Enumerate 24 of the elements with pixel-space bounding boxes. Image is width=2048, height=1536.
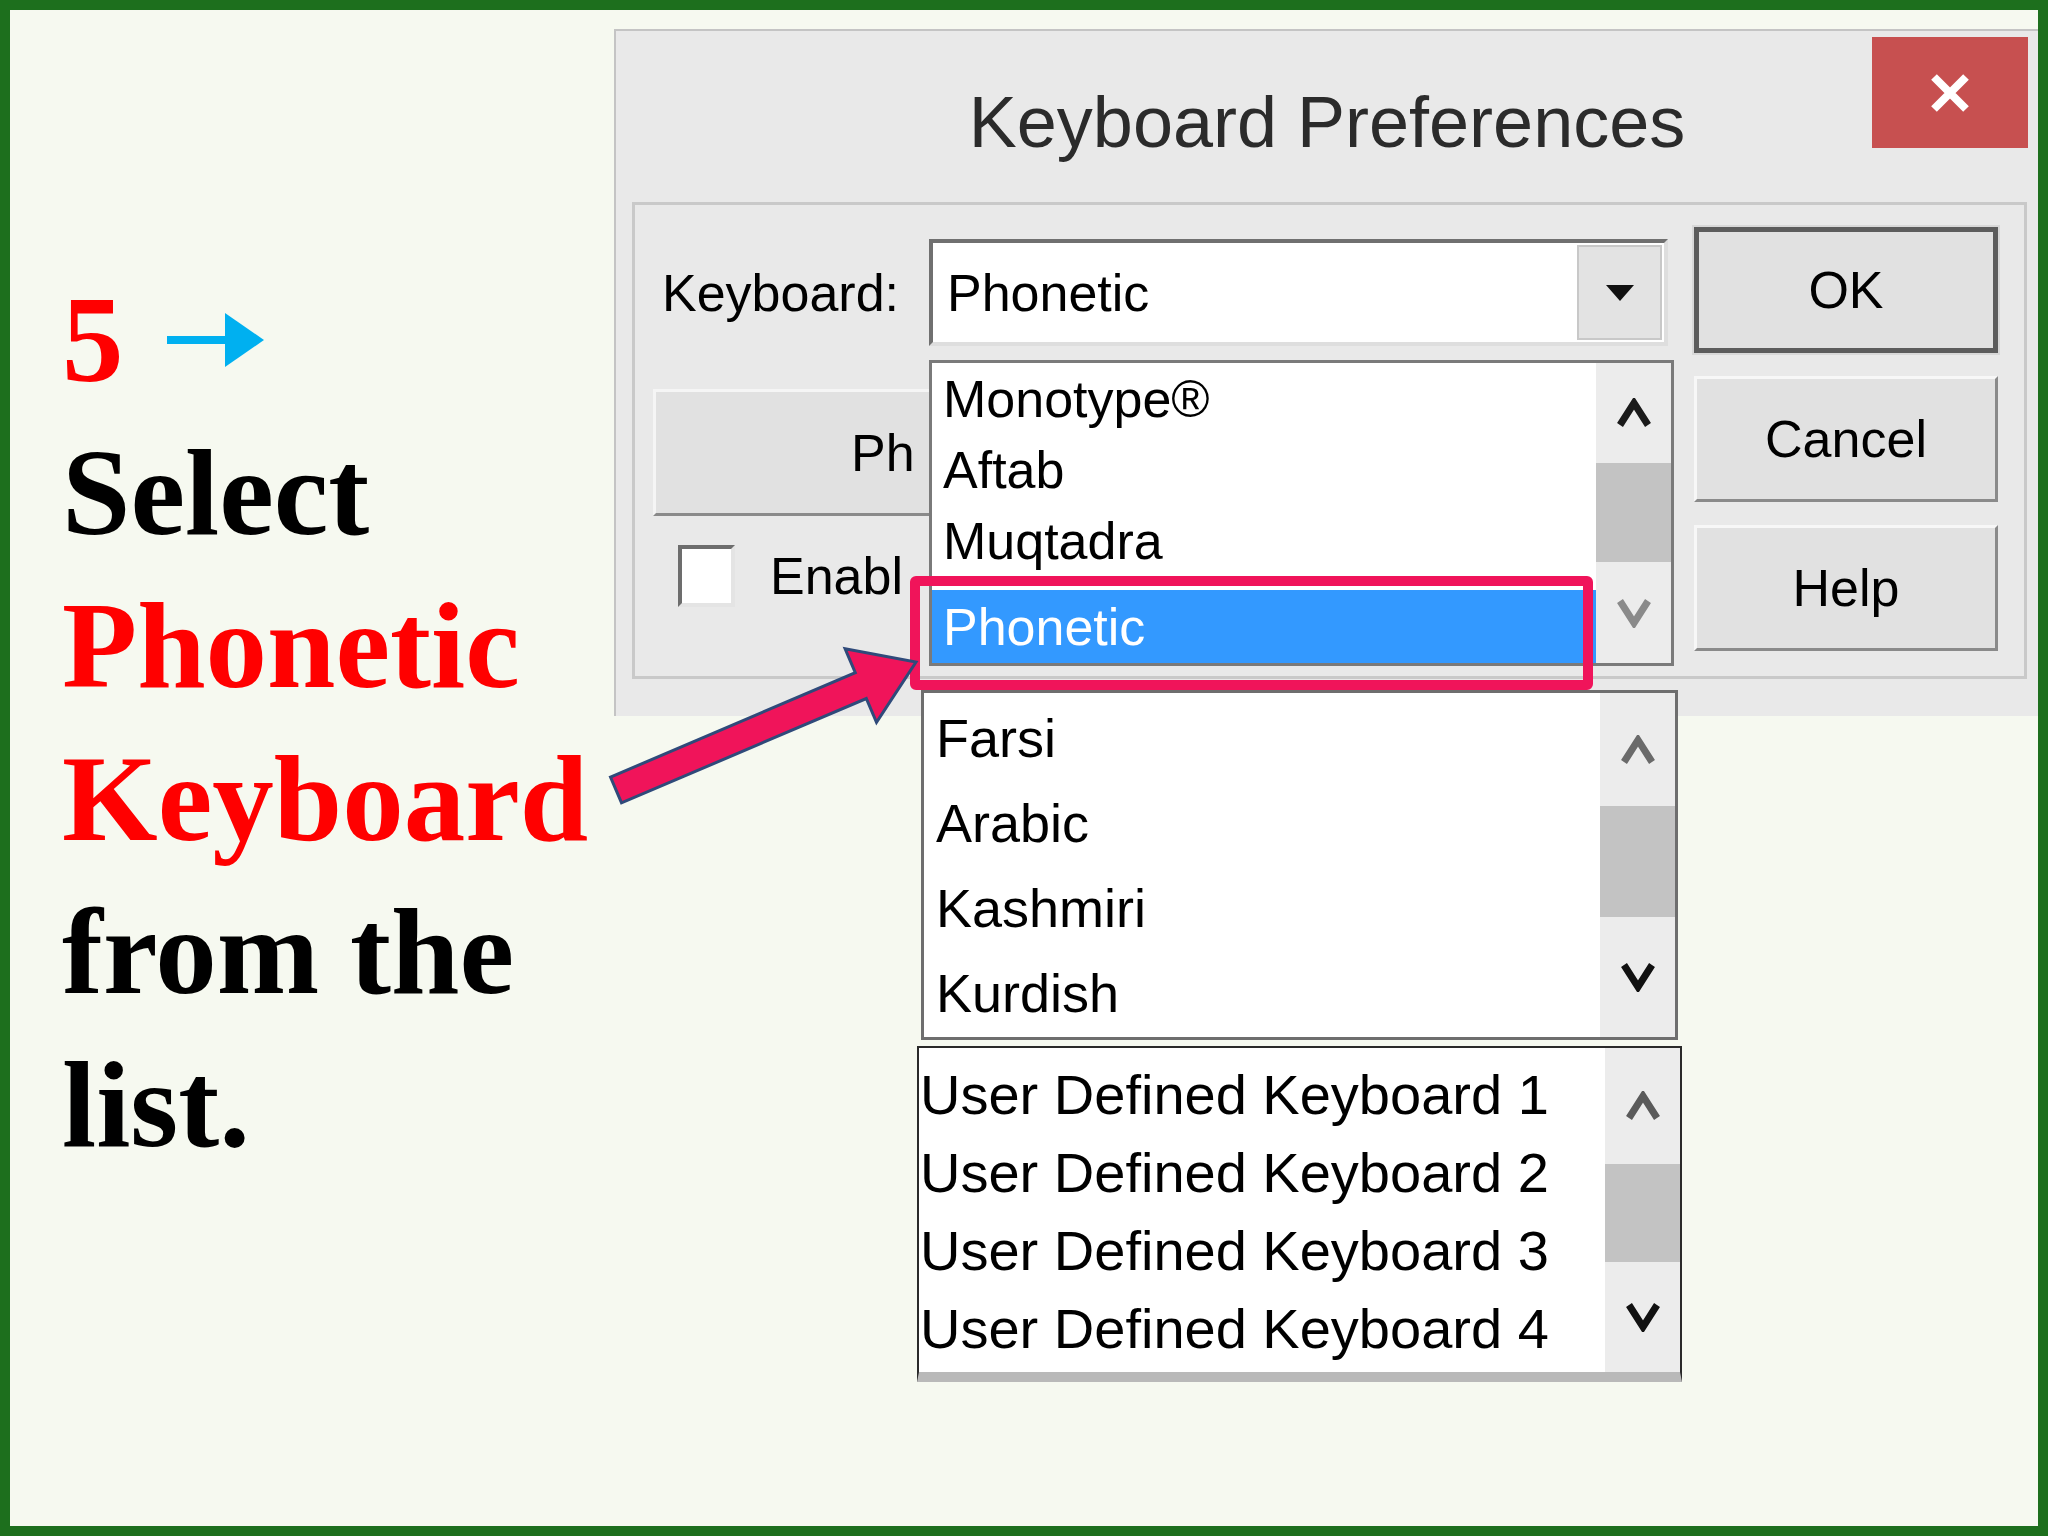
- scrollbar[interactable]: [1596, 363, 1671, 663]
- arrow-right-icon: [166, 312, 264, 367]
- dialog-button[interactable]: Help: [1694, 525, 1998, 651]
- instruction-text: Select Phonetic Keyboard from the list.: [62, 423, 590, 1175]
- checkbox[interactable]: [678, 545, 735, 607]
- caret-down-icon: [1605, 284, 1634, 301]
- close-button[interactable]: [1872, 37, 2028, 148]
- scrollbar-thumb[interactable]: [1605, 1164, 1680, 1262]
- scrollbar-thumb[interactable]: [1596, 463, 1671, 562]
- close-icon: [1930, 72, 1970, 113]
- dropdown-button[interactable]: [1577, 245, 1662, 340]
- chevron-up-icon[interactable]: [1616, 398, 1651, 428]
- chevron-down-icon[interactable]: [1625, 1302, 1660, 1332]
- dialog-button[interactable]: Cancel: [1694, 376, 1998, 502]
- step-number: 5: [62, 270, 124, 410]
- scrollbar-thumb[interactable]: [1600, 806, 1675, 917]
- callout-arrow-icon: [608, 646, 920, 806]
- checkbox-label: Enabl: [770, 550, 903, 602]
- keyboard-combo-box[interactable]: Phonetic: [929, 239, 1668, 346]
- chevron-down-icon[interactable]: [1620, 962, 1655, 992]
- scrollbar[interactable]: [1605, 1048, 1680, 1372]
- window-title: Keyboard Preferences: [968, 81, 1686, 163]
- dialog-button[interactable]: OK: [1694, 227, 1998, 353]
- scrollbar[interactable]: [1600, 693, 1675, 1037]
